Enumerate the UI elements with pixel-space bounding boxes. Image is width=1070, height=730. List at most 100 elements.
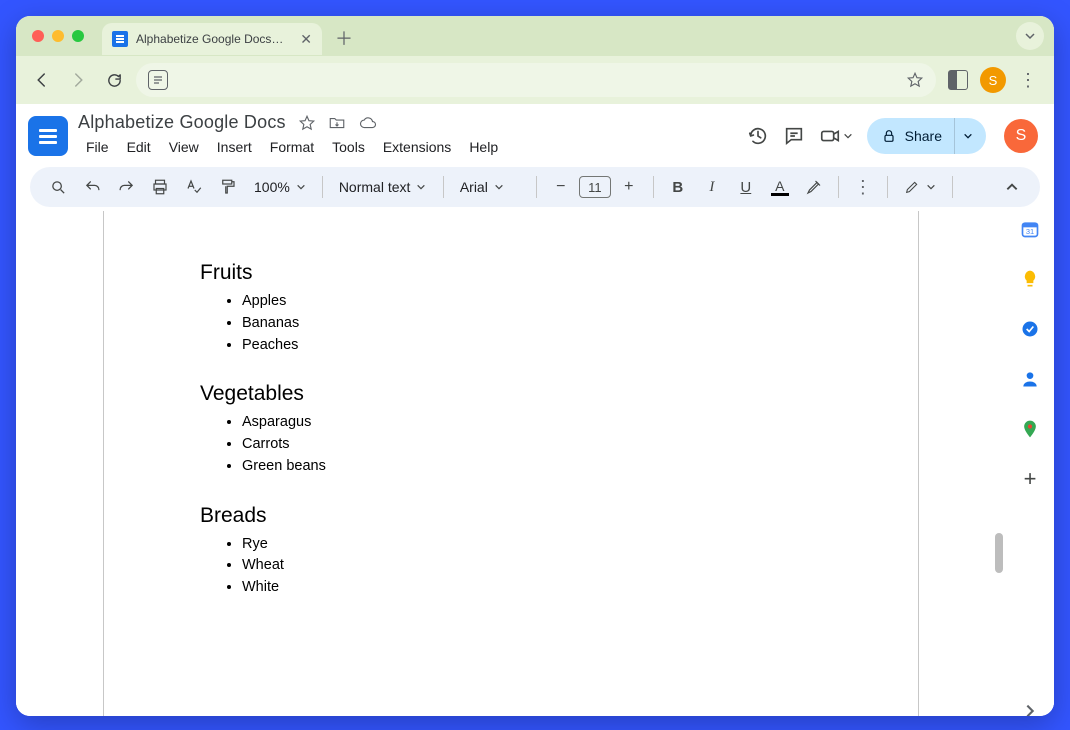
menu-tools[interactable]: Tools	[324, 135, 373, 159]
menu-file[interactable]: File	[78, 135, 117, 159]
page[interactable]: Fruits ApplesBananasPeaches Vegetables Aspa…	[103, 211, 919, 716]
bullet-list[interactable]: ApplesBananasPeaches	[200, 291, 822, 356]
undo-button[interactable]	[78, 173, 106, 201]
bullet-list[interactable]: RyeWheatWhite	[200, 534, 822, 599]
scrollbar-thumb[interactable]	[995, 533, 1003, 573]
list-item[interactable]: Green beans	[242, 456, 822, 478]
underline-button[interactable]: U	[732, 173, 760, 201]
tab-overflow-button[interactable]	[1016, 22, 1044, 50]
fontsize-input[interactable]: 11	[579, 176, 611, 198]
menu-help[interactable]: Help	[461, 135, 506, 159]
history-button[interactable]	[747, 125, 769, 147]
paragraph-style-dropdown[interactable]: Normal text	[333, 179, 433, 195]
bullet-list[interactable]: AsparagusCarrotsGreen beans	[200, 412, 822, 477]
editing-mode-dropdown[interactable]	[898, 179, 942, 195]
list-item[interactable]: Carrots	[242, 434, 822, 456]
bookmark-star-icon[interactable]	[906, 71, 924, 89]
minimize-window-button[interactable]	[52, 30, 64, 42]
separator	[887, 176, 888, 198]
more-formatting-button[interactable]: ⋮	[849, 173, 877, 201]
print-button[interactable]	[146, 173, 174, 201]
collapse-toolbar-button[interactable]	[998, 173, 1026, 201]
docs-logo-icon[interactable]	[28, 116, 68, 156]
browser-menu-button[interactable]: ⋮	[1014, 66, 1042, 94]
maximize-window-button[interactable]	[72, 30, 84, 42]
move-document-button[interactable]	[328, 114, 346, 132]
chevron-down-icon	[926, 182, 936, 192]
new-tab-button[interactable]: ＋	[330, 24, 358, 52]
browser-tab[interactable]: Alphabetize Google Docs - G ✕	[102, 23, 322, 55]
list-item[interactable]: Peaches	[242, 335, 822, 357]
section-heading[interactable]: Breads	[200, 504, 822, 528]
document-title[interactable]: Alphabetize Google Docs	[78, 112, 286, 133]
share-label: Share	[905, 128, 942, 144]
separator	[838, 176, 839, 198]
tab-title: Alphabetize Google Docs - G	[136, 32, 286, 46]
decrease-fontsize-button[interactable]: −	[547, 173, 575, 201]
contacts-icon[interactable]	[1020, 369, 1040, 389]
font-value: Arial	[460, 179, 488, 195]
cloud-status-icon[interactable]	[358, 114, 378, 132]
address-field[interactable]	[136, 63, 936, 97]
close-tab-button[interactable]: ✕	[300, 32, 312, 46]
docs-header: Alphabetize Google Docs File Edit View	[16, 104, 1054, 159]
list-item[interactable]: Apples	[242, 291, 822, 313]
spellcheck-button[interactable]	[180, 173, 208, 201]
separator	[443, 176, 444, 198]
chevron-down-icon	[416, 182, 426, 192]
document-canvas[interactable]: Fruits ApplesBananasPeaches Vegetables Aspa…	[16, 207, 1006, 716]
redo-button[interactable]	[112, 173, 140, 201]
panel-toggle-button[interactable]	[944, 66, 972, 94]
list-item[interactable]: Bananas	[242, 313, 822, 335]
account-avatar[interactable]: S	[1004, 119, 1038, 153]
menu-format[interactable]: Format	[262, 135, 322, 159]
highlight-button[interactable]	[800, 173, 828, 201]
list-item[interactable]: Rye	[242, 534, 822, 556]
increase-fontsize-button[interactable]: +	[615, 173, 643, 201]
back-button[interactable]	[28, 66, 56, 94]
avatar-letter: S	[1016, 127, 1027, 145]
star-document-button[interactable]	[298, 114, 316, 132]
italic-button[interactable]: I	[698, 173, 726, 201]
list-item[interactable]: White	[242, 577, 822, 599]
text-color-button[interactable]: A	[766, 173, 794, 201]
bold-button[interactable]: B	[664, 173, 692, 201]
section-heading[interactable]: Vegetables	[200, 382, 822, 406]
side-panel: 31 +	[1006, 207, 1054, 716]
site-settings-icon[interactable]	[148, 70, 168, 90]
reload-button[interactable]	[100, 66, 128, 94]
list-item[interactable]: Asparagus	[242, 412, 822, 434]
chevron-down-icon	[494, 182, 504, 192]
font-family-dropdown[interactable]: Arial	[454, 179, 526, 195]
menu-edit[interactable]: Edit	[119, 135, 159, 159]
url-bar: S ⋮	[16, 56, 1054, 104]
browser-profile-avatar[interactable]: S	[980, 67, 1006, 93]
menu-insert[interactable]: Insert	[209, 135, 260, 159]
svg-text:31: 31	[1026, 227, 1034, 236]
calendar-icon[interactable]: 31	[1020, 219, 1040, 239]
style-value: Normal text	[339, 179, 411, 195]
maps-icon[interactable]	[1020, 419, 1040, 439]
tab-strip: Alphabetize Google Docs - G ✕ ＋	[16, 16, 1054, 56]
search-menus-button[interactable]	[44, 173, 72, 201]
separator	[653, 176, 654, 198]
browser-window: Alphabetize Google Docs - G ✕ ＋	[16, 16, 1054, 716]
comments-button[interactable]	[783, 125, 805, 147]
tasks-icon[interactable]	[1020, 319, 1040, 339]
menu-extensions[interactable]: Extensions	[375, 135, 459, 159]
lock-icon	[881, 128, 897, 144]
close-window-button[interactable]	[32, 30, 44, 42]
zoom-dropdown[interactable]: 100%	[248, 179, 312, 195]
share-button[interactable]: Share	[867, 118, 986, 154]
meet-button[interactable]	[819, 125, 853, 147]
forward-button[interactable]	[64, 66, 92, 94]
expand-sidepanel-button[interactable]	[1022, 703, 1038, 716]
list-item[interactable]: Wheat	[242, 555, 822, 577]
menu-view[interactable]: View	[161, 135, 207, 159]
paint-format-button[interactable]	[214, 173, 242, 201]
separator	[952, 176, 953, 198]
add-app-button[interactable]: +	[1020, 469, 1040, 489]
keep-icon[interactable]	[1020, 269, 1040, 289]
share-dropdown-button[interactable]	[954, 118, 980, 154]
section-heading[interactable]: Fruits	[200, 261, 822, 285]
